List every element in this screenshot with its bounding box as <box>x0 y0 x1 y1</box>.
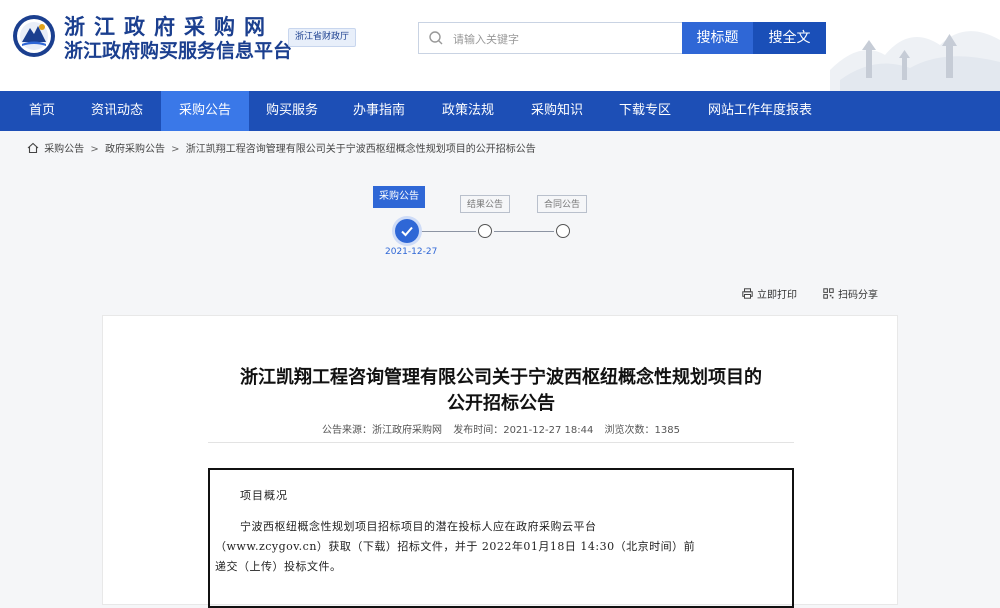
home-icon[interactable] <box>27 142 39 154</box>
main-nav: 首页 资讯动态 采购公告 购买服务 办事指南 政策法规 采购知识 下载专区 网站… <box>0 91 1000 131</box>
site-subtitle: 浙江政府购买服务信息平台 <box>64 40 293 62</box>
search-fulltext-button[interactable]: 搜全文 <box>753 22 826 54</box>
department-tag[interactable]: 浙江省财政厅 <box>288 28 357 47</box>
printer-icon <box>742 288 753 299</box>
article-publish-time: 发布时间：2021-12-27 18:44 <box>453 425 594 436</box>
step-result-notice[interactable]: 结果公告 <box>460 195 511 213</box>
nav-item-downloads[interactable]: 下载专区 <box>606 91 684 131</box>
nav-item-policy[interactable]: 政策法规 <box>428 91 508 131</box>
article-title: 浙江凯翔工程咨询管理有限公司关于宁波西枢纽概念性规划项目的 公开招标公告 <box>103 365 899 417</box>
divider <box>208 442 794 443</box>
nav-item-purchase-service[interactable]: 购买服务 <box>253 91 331 131</box>
step-connector <box>420 231 476 232</box>
print-button[interactable]: 立即打印 <box>742 288 797 304</box>
breadcrumb-item-current: 浙江凯翔工程咨询管理有限公司关于宁波西枢纽概念性规划项目的公开招标公告 <box>185 144 536 155</box>
emblem-logo-icon[interactable] <box>12 14 56 58</box>
article-card: 浙江凯翔工程咨询管理有限公司关于宁波西枢纽概念性规划项目的 公开招标公告 公告来… <box>102 315 899 608</box>
print-label: 立即打印 <box>757 290 797 301</box>
breadcrumb-item-procurement[interactable]: 采购公告 <box>44 144 84 155</box>
breadcrumb: 采购公告 > 政府采购公告 > 浙江凯翔工程咨询管理有限公司关于宁波西枢纽概念性… <box>27 142 536 158</box>
breadcrumb-item-gov-procurement[interactable]: 政府采购公告 <box>105 144 165 155</box>
step-current-check-icon <box>395 219 419 243</box>
project-overview-box: 项目概况 宁波西枢纽概念性规划项目招标项目的潜在投标人应在政府采购云平台 （ww… <box>208 468 794 608</box>
step-contract-notice[interactable]: 合同公告 <box>537 195 588 213</box>
step-procurement-notice[interactable]: 采购公告 <box>373 186 425 208</box>
overview-text: 宁波西枢纽概念性规划项目招标项目的潜在投标人应在政府采购云平台 （www.zcy… <box>215 517 785 577</box>
site-header: 浙江政府采购网 浙江政府购买服务信息平台 浙江省财政厅 搜标题 搜全文 <box>0 0 1000 91</box>
nav-item-procurement-notice[interactable]: 采购公告 <box>161 91 249 131</box>
search-input[interactable] <box>451 23 680 55</box>
overview-line: 宁波西枢纽概念性规划项目招标项目的潜在投标人应在政府采购云平台 <box>240 520 597 533</box>
article-source: 公告来源：浙江政府采购网 <box>322 425 443 436</box>
nav-item-annual-report[interactable]: 网站工作年度报表 <box>694 91 826 131</box>
article-title-line: 浙江凯翔工程咨询管理有限公司关于宁波西枢纽概念性规划项目的 <box>240 367 762 388</box>
step-date: 2021-12-27 <box>385 247 438 257</box>
article-title-line: 公开招标公告 <box>447 393 555 414</box>
nav-item-guide[interactable]: 办事指南 <box>340 91 418 131</box>
overview-line: 递交（上传）投标文件。 <box>215 560 342 573</box>
nav-item-home[interactable]: 首页 <box>14 91 70 131</box>
step-pending-dot <box>556 224 570 238</box>
search-title-button[interactable]: 搜标题 <box>682 22 753 54</box>
step-connector <box>494 231 554 232</box>
article-meta: 公告来源：浙江政府采购网 发布时间：2021-12-27 18:44 浏览次数：… <box>103 421 899 436</box>
nav-item-news[interactable]: 资讯动态 <box>80 91 154 131</box>
share-button[interactable]: 扫码分享 <box>823 288 878 304</box>
share-label: 扫码分享 <box>838 290 878 301</box>
qr-code-icon <box>823 288 834 299</box>
landscape-decoration <box>830 31 1000 91</box>
overview-line: （www.zcygov.cn）获取（下载）招标文件，并于 2022年01月18日… <box>215 540 696 553</box>
article-view-count: 浏览次数：1385 <box>604 425 680 436</box>
breadcrumb-separator: > <box>90 144 99 155</box>
search-box <box>418 22 682 55</box>
overview-heading: 项目概况 <box>240 489 288 502</box>
breadcrumb-separator: > <box>171 144 180 155</box>
step-pending-dot <box>478 224 492 238</box>
search-icon <box>429 31 443 45</box>
nav-item-knowledge[interactable]: 采购知识 <box>517 91 597 131</box>
